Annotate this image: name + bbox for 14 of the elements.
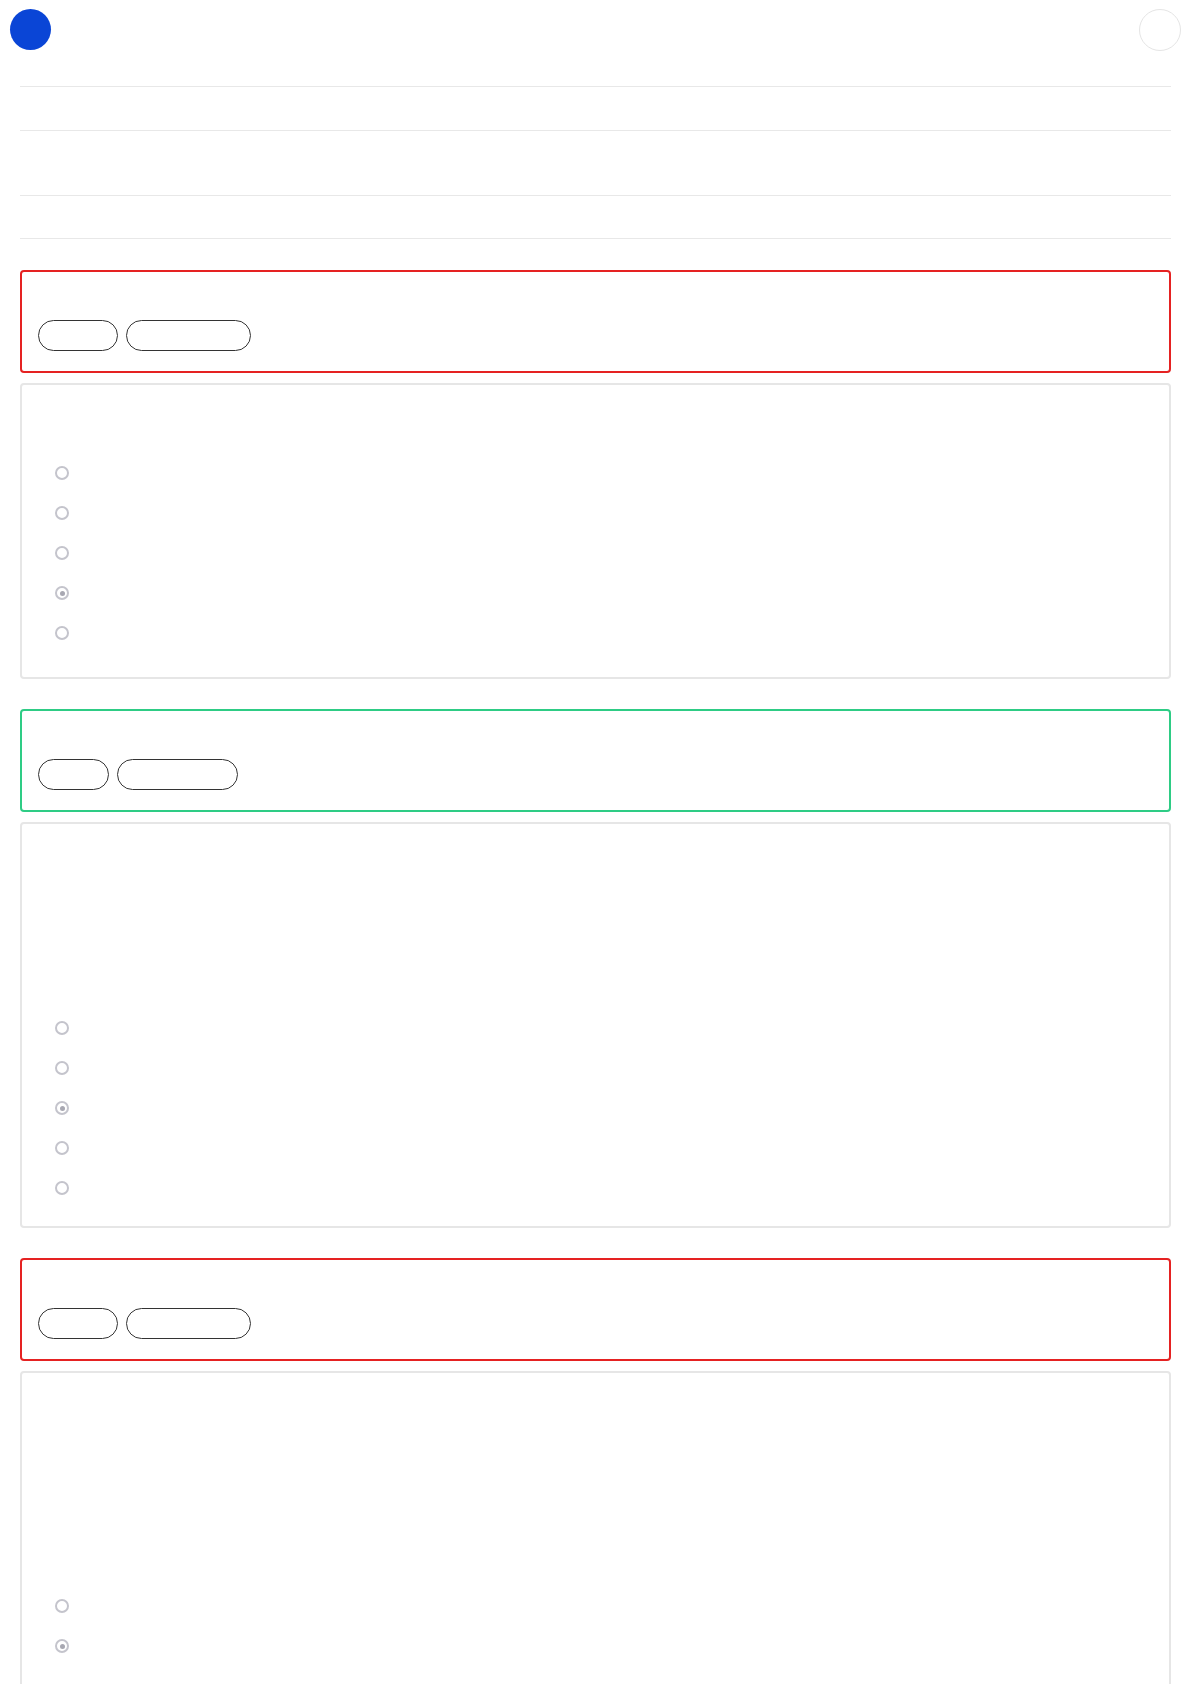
radio-button[interactable] <box>55 1599 69 1613</box>
radio-button[interactable] <box>55 1141 69 1155</box>
radio-button[interactable] <box>55 586 69 600</box>
avatar[interactable] <box>10 9 51 50</box>
radio-button[interactable] <box>55 1061 69 1075</box>
radio-button[interactable] <box>55 506 69 520</box>
round-button[interactable] <box>1139 9 1181 51</box>
radio-button[interactable] <box>55 1021 69 1035</box>
radio-button[interactable] <box>55 1181 69 1195</box>
radio-button[interactable] <box>55 466 69 480</box>
radio-button[interactable] <box>55 1101 69 1115</box>
radio-button[interactable] <box>55 1639 69 1653</box>
radio-button[interactable] <box>55 546 69 560</box>
radio-button[interactable] <box>55 626 69 640</box>
